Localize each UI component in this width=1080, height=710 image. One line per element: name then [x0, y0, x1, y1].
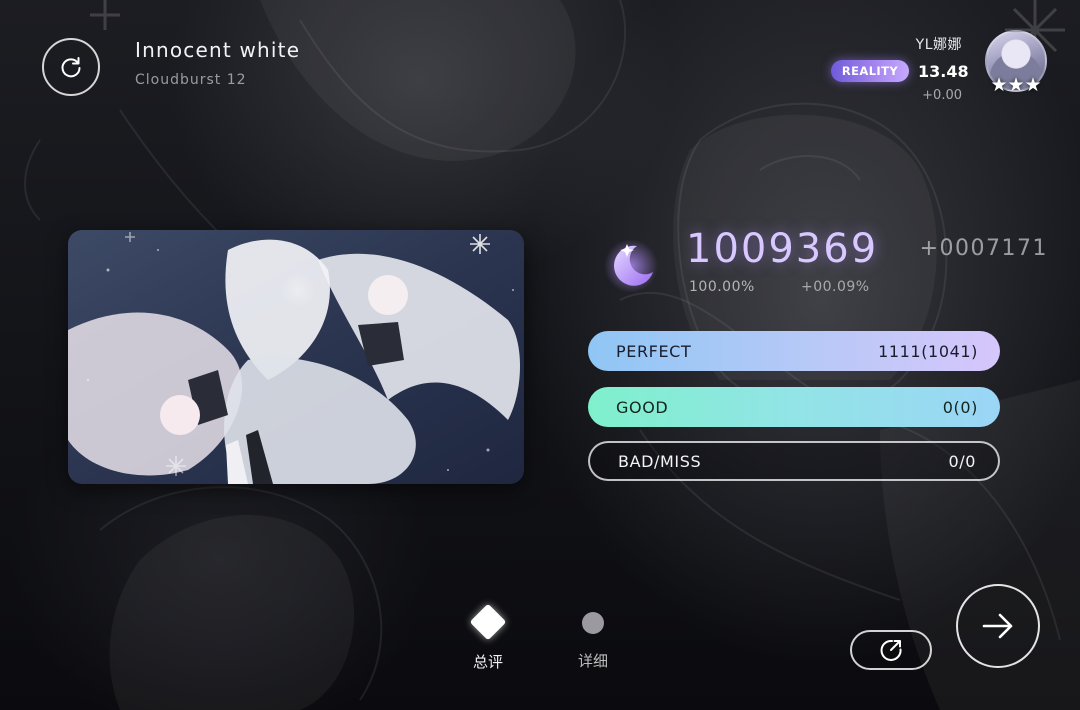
retry-button[interactable] — [42, 38, 100, 96]
dot-indicator-icon — [582, 612, 604, 634]
accuracy-delta: +00.09% — [801, 279, 870, 295]
score-delta: +0007171 — [919, 236, 1048, 261]
tab-summary-label: 总评 — [472, 653, 503, 671]
judgement-label: PERFECT — [616, 341, 692, 361]
judgement-value: 1111(1041) — [878, 341, 978, 361]
crescent-moon-icon — [604, 239, 658, 292]
player-rating: 13.48 — [918, 62, 969, 81]
player-name: YL娜娜 — [915, 37, 962, 53]
diamond-indicator-icon — [469, 603, 507, 641]
score: 1009369 — [686, 226, 879, 272]
song-jacket-image — [68, 230, 524, 484]
judgement-value: 0(0) — [942, 397, 978, 417]
judgement-value: 0/0 — [948, 451, 976, 471]
player-rating-delta: +0.00 — [922, 88, 962, 103]
share-button[interactable] — [850, 630, 932, 670]
judgement-label: BAD/MISS — [618, 451, 702, 471]
rank-badge: REALITY — [831, 60, 909, 82]
arrow-right-icon — [982, 613, 1013, 639]
avatar-stars: ★★★ — [990, 74, 1042, 96]
bad-miss-count-bar: BAD/MISS 0/0 — [588, 441, 1000, 481]
result-screen: Innocent white Cloudburst 12 YL娜娜 REALIT… — [0, 0, 1080, 710]
tab-detail[interactable]: 详细 — [563, 606, 623, 671]
song-title: Innocent white — [135, 38, 301, 62]
judgement-label: GOOD — [616, 397, 669, 417]
good-count-bar: GOOD 0(0) — [588, 387, 1000, 427]
tab-summary[interactable]: 总评 — [458, 603, 518, 672]
accuracy: 100.00% — [689, 279, 755, 295]
perfect-count-bar: PERFECT 1111(1041) — [588, 331, 1000, 371]
song-difficulty: Cloudburst 12 — [135, 72, 247, 88]
retry-icon — [61, 57, 81, 78]
share-icon — [880, 639, 902, 661]
next-button[interactable] — [956, 584, 1040, 668]
tab-detail-label: 详细 — [577, 652, 608, 670]
